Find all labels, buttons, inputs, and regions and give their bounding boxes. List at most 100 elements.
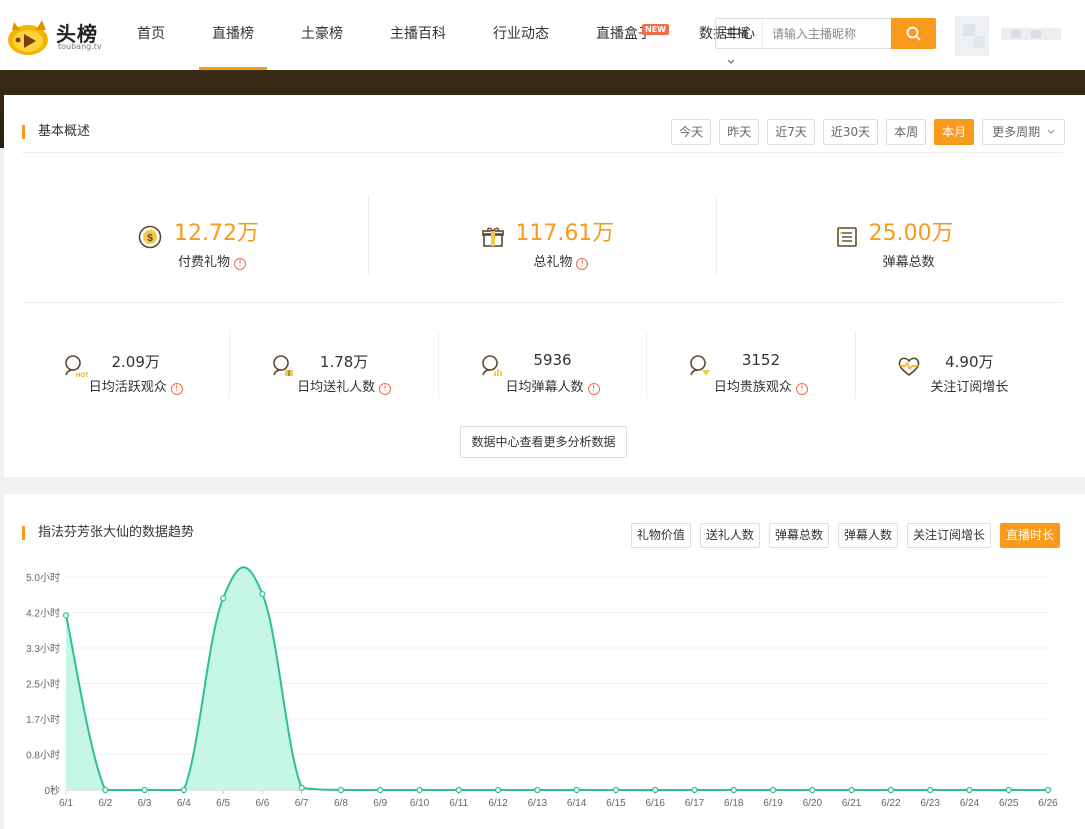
metric-gift-value-button[interactable]: 礼物价值 <box>630 523 691 548</box>
search-type-dropdown[interactable]: 主播 <box>716 19 763 64</box>
stat-label: 日均活跃观众! <box>22 376 229 395</box>
site-logo[interactable]: 头榜 toubang.tv <box>4 12 104 58</box>
metric-follow-growth-button[interactable]: 关注订阅增长 <box>906 523 991 548</box>
stat-value: 2.09万 <box>111 353 160 371</box>
period-30days-button[interactable]: 近30天 <box>822 119 879 145</box>
metric-danmaku-users-button[interactable]: 弹幕人数 <box>837 523 898 548</box>
data-point <box>691 786 698 794</box>
data-point <box>62 612 70 619</box>
small-stats-row: HOT 2.09万 日均活跃观众! 1.78万 日均送礼人数! 5936 日均弹… <box>22 331 1063 399</box>
x-tick-label: 6/10 <box>410 798 430 809</box>
chevron-down-icon <box>1047 129 1055 134</box>
divider <box>22 152 1063 153</box>
data-point <box>220 595 227 602</box>
search-icon <box>906 26 921 41</box>
chevron-down-icon <box>727 59 735 64</box>
x-tick-label: 6/6 <box>255 798 269 809</box>
stat-label: 付费礼物! <box>178 251 247 270</box>
main-nav: 首页 直播榜 土豪榜 主播百科 行业动态 直播盒子 NEW 数据中心 <box>124 0 789 70</box>
data-center-more-button[interactable]: 数据中心查看更多分析数据 <box>460 426 627 458</box>
blurred-user-icon <box>955 16 1061 56</box>
stat-value: 4.90万 <box>945 353 994 371</box>
coin-icon: $ <box>138 225 162 249</box>
search-input[interactable] <box>764 19 892 48</box>
x-tick-label: 6/18 <box>724 798 744 809</box>
y-tick-label: 5.0小时 <box>26 572 60 584</box>
x-tick-label: 6/13 <box>528 798 548 809</box>
data-point <box>1044 786 1052 794</box>
period-yesterday-button[interactable]: 昨天 <box>719 119 760 145</box>
period-7days-button[interactable]: 近7天 <box>767 119 815 145</box>
top-header: 头榜 toubang.tv 首页 直播榜 土豪榜 主播百科 行业动态 直播盒子 N… <box>0 0 1085 70</box>
x-tick-label: 6/14 <box>567 798 587 809</box>
user-avatar[interactable] <box>955 14 1065 58</box>
more-period-dropdown[interactable]: 更多周期 <box>982 119 1065 145</box>
search-button[interactable] <box>891 18 936 49</box>
period-selector: 今天 昨天 近7天 近30天 本周 本月 更多周期 <box>663 119 1065 145</box>
trend-chart: 0秒 0.8小时 1.7小时 2.5小时 3.3小时 4.2小时 5.0小时 6/1 6/2 6/… <box>26 566 1058 809</box>
period-this-week-button[interactable]: 本周 <box>886 119 927 145</box>
stat-daily-gift-senders: 1.78万 日均送礼人数! <box>230 331 439 399</box>
y-tick-label: 2.5小时 <box>26 679 60 691</box>
y-tick-label: 0秒 <box>44 784 60 797</box>
info-icon[interactable]: ! <box>170 383 183 395</box>
x-tick-label: 6/9 <box>373 798 387 809</box>
stat-label: 总礼物! <box>533 251 589 270</box>
search-box: 主播 <box>715 18 936 64</box>
nav-rich-rank[interactable]: 土豪榜 <box>288 0 356 70</box>
nav-label: 直播榜 <box>212 26 254 42</box>
x-tick-label: 6/25 <box>999 798 1019 809</box>
list-icon <box>836 227 857 247</box>
period-today-button[interactable]: 今天 <box>671 119 712 145</box>
info-icon[interactable]: ! <box>379 383 392 395</box>
data-point <box>377 786 384 794</box>
data-point <box>848 786 855 794</box>
x-tick-label: 6/2 <box>98 798 112 809</box>
info-icon[interactable]: ! <box>587 383 600 395</box>
overview-card: 基本概述 今天 昨天 近7天 近30天 本周 本月 更多周期 $ 12.72万 … <box>4 95 1085 477</box>
metric-danmaku-total-button[interactable]: 弹幕总数 <box>768 523 829 548</box>
data-point <box>141 786 148 794</box>
nav-live-rank[interactable]: 直播榜 <box>199 0 267 70</box>
divider <box>22 302 1063 303</box>
metric-gift-senders-button[interactable]: 送礼人数 <box>699 523 760 548</box>
x-tick-label: 6/3 <box>138 798 152 809</box>
x-tick-label: 6/17 <box>685 798 705 809</box>
data-point <box>887 786 894 794</box>
search-type-label: 主播 <box>725 26 750 40</box>
x-tick-label: 6/1 <box>59 798 73 809</box>
data-point <box>966 786 973 794</box>
nav-label: 土豪榜 <box>301 26 343 42</box>
svg-text:$: $ <box>147 233 153 244</box>
nav-live-box[interactable]: 直播盒子 NEW <box>583 0 669 70</box>
x-tick-label: 6/7 <box>295 798 309 809</box>
data-point <box>927 786 934 794</box>
y-tick-label: 3.3小时 <box>26 643 60 655</box>
big-stats-row: $ 12.72万 付费礼物! 117.61万 总礼物! 25.00万 弹幕总数 <box>22 195 1063 275</box>
nav-home[interactable]: 首页 <box>124 0 178 70</box>
info-icon[interactable]: ! <box>234 258 247 270</box>
stat-label: 日均送礼人数! <box>230 376 437 395</box>
stat-label: 日均弹幕人数! <box>439 376 646 395</box>
data-point <box>612 786 620 794</box>
info-icon[interactable]: ! <box>795 383 808 395</box>
data-point <box>455 786 462 794</box>
nav-anchor-wiki[interactable]: 主播百科 <box>377 0 459 70</box>
x-tick-label: 6/15 <box>606 798 626 809</box>
x-tick-label: 6/16 <box>645 798 665 809</box>
stat-label-text: 付费礼物 <box>178 255 231 270</box>
data-point <box>1005 786 1012 794</box>
period-this-month-button[interactable]: 本月 <box>934 119 975 145</box>
stat-daily-vip-viewers: 3152 日均贵族观众! <box>647 331 856 399</box>
data-point <box>809 786 816 794</box>
metric-live-duration-button[interactable]: 直播时长 <box>999 523 1060 548</box>
overview-title: 基本概述 <box>22 125 90 139</box>
nav-label: 主播百科 <box>390 26 446 42</box>
stat-value: 5936 <box>533 351 572 369</box>
logo-mascot-icon <box>8 20 48 55</box>
nav-industry-news[interactable]: 行业动态 <box>480 0 562 70</box>
x-tick-label: 6/11 <box>449 798 468 809</box>
stat-label-text: 日均活跃观众 <box>88 380 167 395</box>
x-tick-label: 6/19 <box>763 798 783 809</box>
info-icon[interactable]: ! <box>576 258 589 270</box>
